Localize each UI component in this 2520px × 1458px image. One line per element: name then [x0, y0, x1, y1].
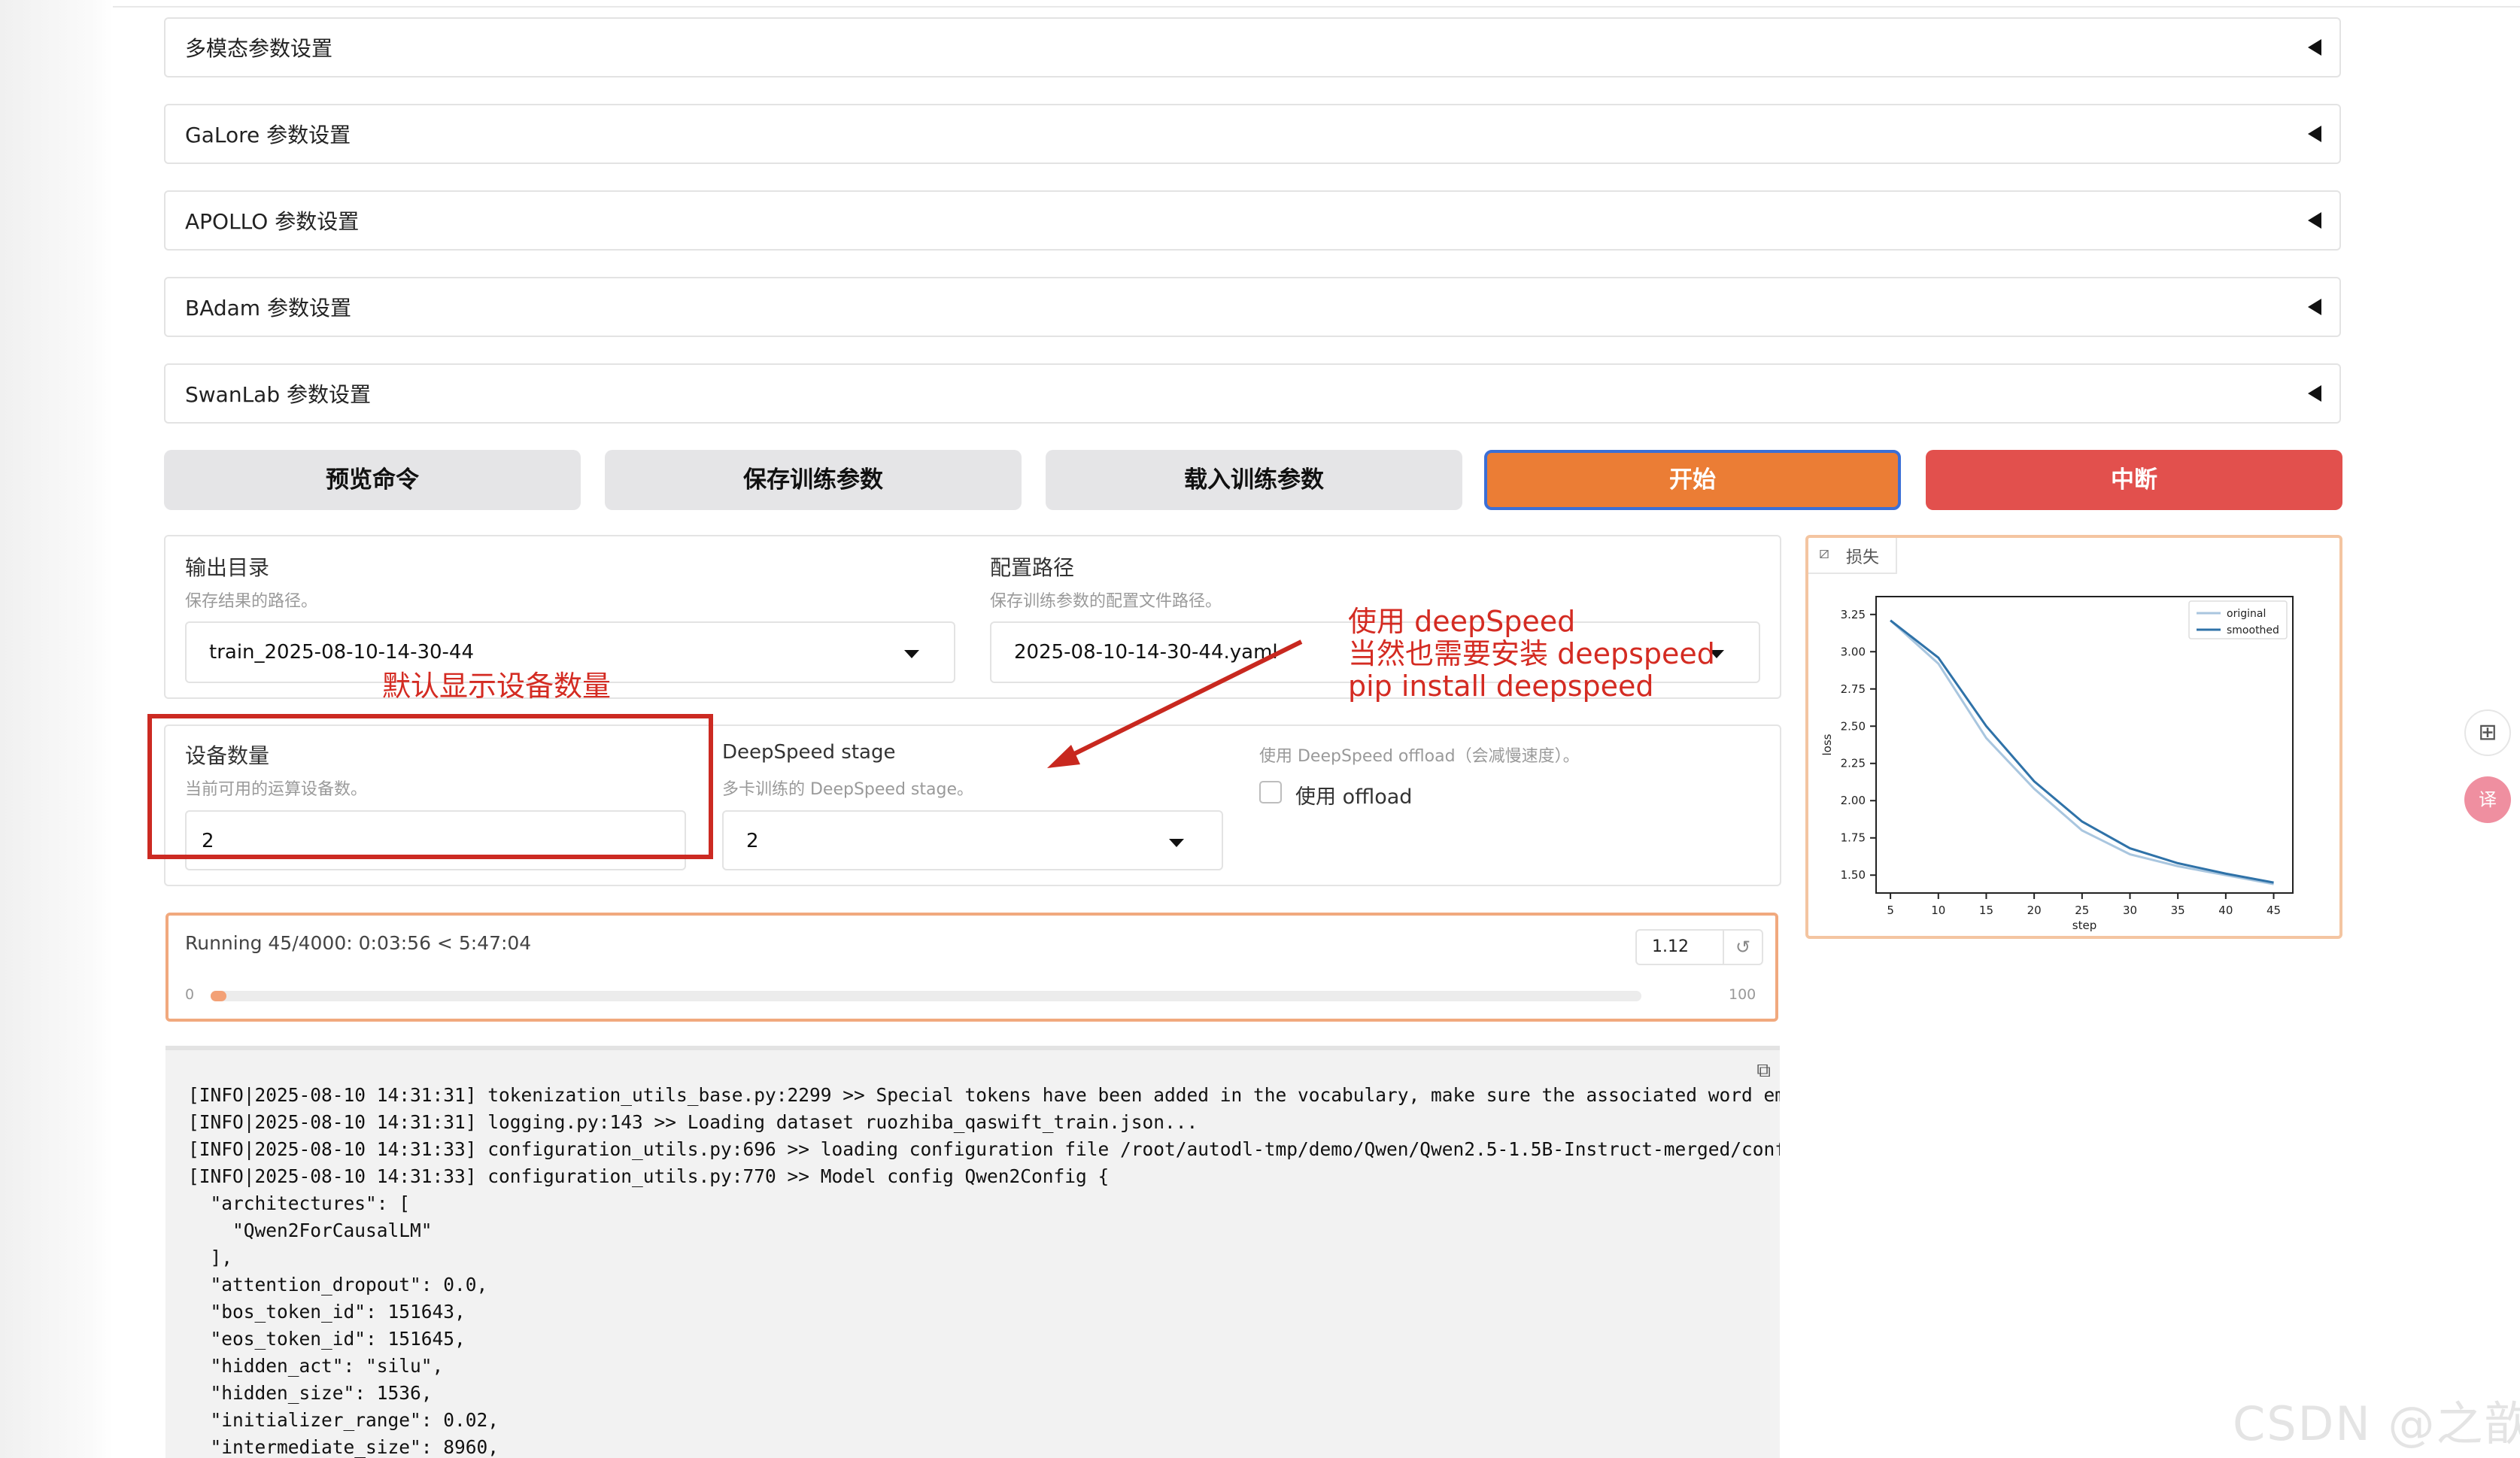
progress-slider-track[interactable]	[211, 991, 1641, 1001]
y-tick-label: 2.00	[1841, 794, 1866, 807]
copy-icon[interactable]: ⧉	[1756, 1059, 1771, 1083]
translate-icon[interactable]: 译	[2464, 776, 2511, 823]
loss-chart: 5 10 15 20 25 30 35 40 45 1.50 1.75 2.00 2.25 2.50 2.7…	[1820, 596, 2294, 932]
x-tick-label: 25	[2075, 904, 2089, 917]
training-progress-panel: Running 45/4000: 0:03:56 < 5:47:04 1.12 …	[165, 913, 1778, 1022]
reset-icon[interactable]: ↺	[1723, 931, 1762, 964]
loss-chart-panel: ⧄ 损失 5 10 15 20 25 30 35 40 45 1.50 1.75 2.00 2.25 2.…	[1805, 535, 2342, 939]
y-axis-label: loss	[1820, 734, 1834, 755]
y-tick-label: 2.25	[1841, 757, 1866, 770]
x-tick-label: 5	[1887, 904, 1894, 917]
x-tick-label: 15	[1979, 904, 1993, 917]
y-tick-label: 3.25	[1841, 608, 1866, 621]
add-widget-icon[interactable]: ⊞	[2464, 709, 2511, 756]
watermark: CSDN @之歆	[2233, 1396, 2520, 1451]
progress-status: Running 45/4000: 0:03:56 < 5:47:04	[185, 932, 532, 954]
y-tick-label: 2.50	[1841, 719, 1866, 733]
x-tick-label: 30	[2123, 904, 2137, 917]
plot-area	[1875, 596, 2294, 894]
y-tick-label: 3.00	[1841, 645, 1866, 658]
x-tick-label: 40	[2218, 904, 2233, 917]
log-output: ⧉ [INFO|2025-08-10 14:31:31] tokenizatio…	[165, 1046, 1780, 1458]
x-tick-label: 10	[1931, 904, 1945, 917]
legend-label: smoothed	[2227, 624, 2279, 636]
x-tick-label: 20	[2027, 904, 2042, 917]
log-text: [INFO|2025-08-10 14:31:31] tokenization_…	[188, 1084, 1780, 1458]
x-tick-label: 45	[2266, 904, 2281, 917]
x-tick-label: 35	[2171, 904, 2185, 917]
y-tick-label: 1.75	[1841, 831, 1866, 845]
progress-slider-fill	[211, 991, 227, 1001]
loss-tab-label: 损失	[1846, 548, 1880, 567]
loss-tab[interactable]: ⧄ 损失	[1808, 538, 1897, 574]
legend-label: original	[2227, 608, 2266, 620]
progress-number-input[interactable]: 1.12 ↺	[1635, 929, 1763, 965]
y-tick-label: 1.50	[1841, 868, 1866, 882]
y-tick-label: 2.75	[1841, 682, 1866, 696]
chart-icon: ⧄	[1819, 544, 1829, 563]
slider-max-label: 100	[1729, 986, 1756, 1003]
slider-min-label: 0	[185, 986, 195, 1003]
progress-number-value: 1.12	[1652, 937, 1689, 956]
x-axis-label: step	[2072, 919, 2096, 932]
